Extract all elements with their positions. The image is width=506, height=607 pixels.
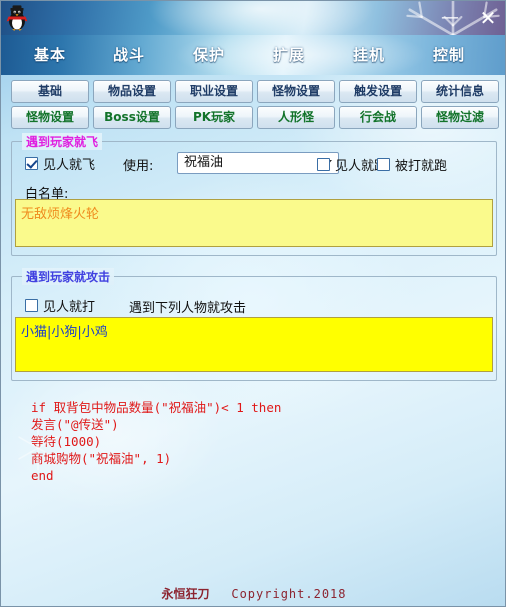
checkbox-attack-on-sight-box[interactable] (25, 299, 38, 312)
use-item-label: 使用: (123, 159, 154, 174)
menu-item-control[interactable]: 控制 (433, 44, 465, 66)
footer-brand: 永恒狂刀 (161, 587, 210, 601)
attack-list-label: 遇到下列人物就攻击 (129, 301, 247, 316)
checkbox-attack-on-sight[interactable]: 见人就打 (25, 296, 95, 315)
script-text-area[interactable]: if 取背包中物品数量("祝福油")< 1 then 发言("@传送") 等待(… (31, 399, 471, 499)
footer-copyright: Copyright.2018 (231, 587, 347, 601)
close-button[interactable]: ✕ (469, 1, 505, 35)
flee-item-combo[interactable]: 祝福油 (177, 152, 339, 174)
subtab-humanoid-monster[interactable]: 人形怪 (257, 106, 335, 129)
main-menu-bar: 基本 战斗 保护 扩展 挂机 控制 (1, 35, 505, 75)
subtab-pk-players[interactable]: PK玩家 (175, 106, 253, 129)
tab-basic[interactable]: 基础 (11, 80, 89, 103)
subtab-monster-filter[interactable]: 怪物过滤 (421, 106, 499, 129)
subtab-guild-war[interactable]: 行会战 (339, 106, 417, 129)
title-bar: — ✕ (1, 1, 505, 35)
tab-row-secondary: 怪物设置 Boss设置 PK玩家 人形怪 行会战 怪物过滤 (1, 105, 505, 131)
menu-item-combat[interactable]: 战斗 (113, 44, 145, 66)
tab-statistics[interactable]: 统计信息 (421, 80, 499, 103)
application-window: — ✕ 基本 战斗 保护 扩展 挂机 控制 基础 物品设置 职业设置 怪物设置 … (0, 0, 506, 607)
checkbox-flee-on-sight-label: 见人就飞 (43, 158, 96, 173)
checkbox-run-when-hit[interactable]: 被打就跑 (377, 155, 447, 174)
whitelist-input[interactable]: 无敌烦烽火轮 (15, 199, 493, 247)
penguin-icon (6, 5, 28, 31)
checkbox-run-when-hit-box[interactable] (377, 158, 390, 171)
flee-group-title: 遇到玩家就飞 (22, 133, 103, 150)
tab-monster-settings[interactable]: 怪物设置 (257, 80, 335, 103)
checkbox-run-when-hit-label: 被打就跑 (395, 159, 448, 174)
menu-item-basic[interactable]: 基本 (34, 44, 66, 66)
tab-trigger-settings[interactable]: 触发设置 (339, 80, 417, 103)
menu-item-extend[interactable]: 扩展 (273, 44, 305, 66)
tab-row-primary: 基础 物品设置 职业设置 怪物设置 触发设置 统计信息 (1, 79, 505, 105)
checkbox-run-on-sight-box[interactable] (317, 158, 330, 171)
tab-item-settings[interactable]: 物品设置 (93, 80, 171, 103)
subtab-boss-settings[interactable]: Boss设置 (93, 106, 171, 129)
footer-bar: 永恒狂刀 Copyright.2018 (1, 585, 505, 602)
flee-item-combo-value: 祝福油 (184, 155, 224, 170)
menu-item-afk[interactable]: 挂机 (353, 44, 385, 66)
attack-group-title: 遇到玩家就攻击 (22, 268, 115, 285)
menu-item-protect[interactable]: 保护 (193, 44, 225, 66)
minimize-button[interactable]: — (431, 1, 469, 35)
attack-list-input[interactable]: 小猫|小狗|小鸡 (15, 317, 493, 372)
checkbox-attack-on-sight-label: 见人就打 (43, 300, 96, 315)
checkbox-flee-on-sight-box[interactable] (25, 157, 38, 170)
subtab-monster-settings[interactable]: 怪物设置 (11, 106, 89, 129)
tab-class-settings[interactable]: 职业设置 (175, 80, 253, 103)
checkbox-flee-on-sight[interactable]: 见人就飞 (25, 154, 95, 173)
